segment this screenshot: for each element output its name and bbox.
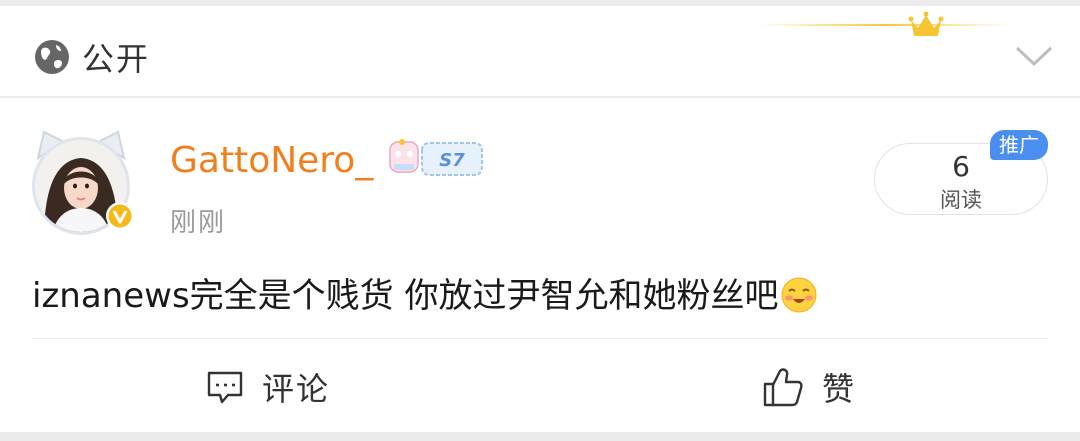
verified-v-icon [108, 204, 132, 228]
post-time: 刚刚 [170, 208, 227, 238]
visibility-label: 公开 [82, 40, 151, 78]
like-button[interactable]: 赞 [762, 364, 856, 410]
comment-button[interactable]: 评论 [206, 364, 330, 410]
crown-icon [908, 11, 944, 36]
post-body: GattoNero_ S7 刚刚 6 阅读 推广 iznanews完全是个贱货 … [0, 98, 1080, 432]
post-text: iznanews完全是个贱货 你放过尹智允和她粉丝吧 [32, 276, 779, 316]
post-content: iznanews完全是个贱货 你放过尹智允和她粉丝吧 [32, 268, 818, 317]
bottom-divider [0, 432, 1080, 441]
member-badge[interactable]: S7 [386, 138, 484, 180]
blush-face-emoji [781, 277, 817, 313]
member-level-text: S7 [439, 150, 465, 171]
author-nickname[interactable]: GattoNero_ [170, 140, 373, 181]
post-card: 公开 GattoNero_ S7 刚刚 6 阅读 推广 iznanews完全是个… [0, 0, 1080, 441]
crown-decoration-line [760, 24, 1010, 26]
comment-icon [207, 371, 243, 404]
action-divider [32, 338, 1048, 339]
avatar-image [32, 130, 134, 235]
read-label: 阅读 [940, 188, 982, 212]
chevron-down-icon[interactable] [1014, 40, 1054, 70]
like-label: 赞 [822, 370, 857, 408]
globe-icon [35, 40, 69, 74]
visibility-bar: 公开 [0, 6, 1080, 96]
thumbs-up-icon [763, 368, 803, 407]
visibility-selector[interactable]: 公开 [34, 32, 150, 82]
promo-badge[interactable]: 推广 [990, 130, 1048, 160]
avatar[interactable] [26, 128, 136, 238]
comment-label: 评论 [262, 370, 331, 408]
